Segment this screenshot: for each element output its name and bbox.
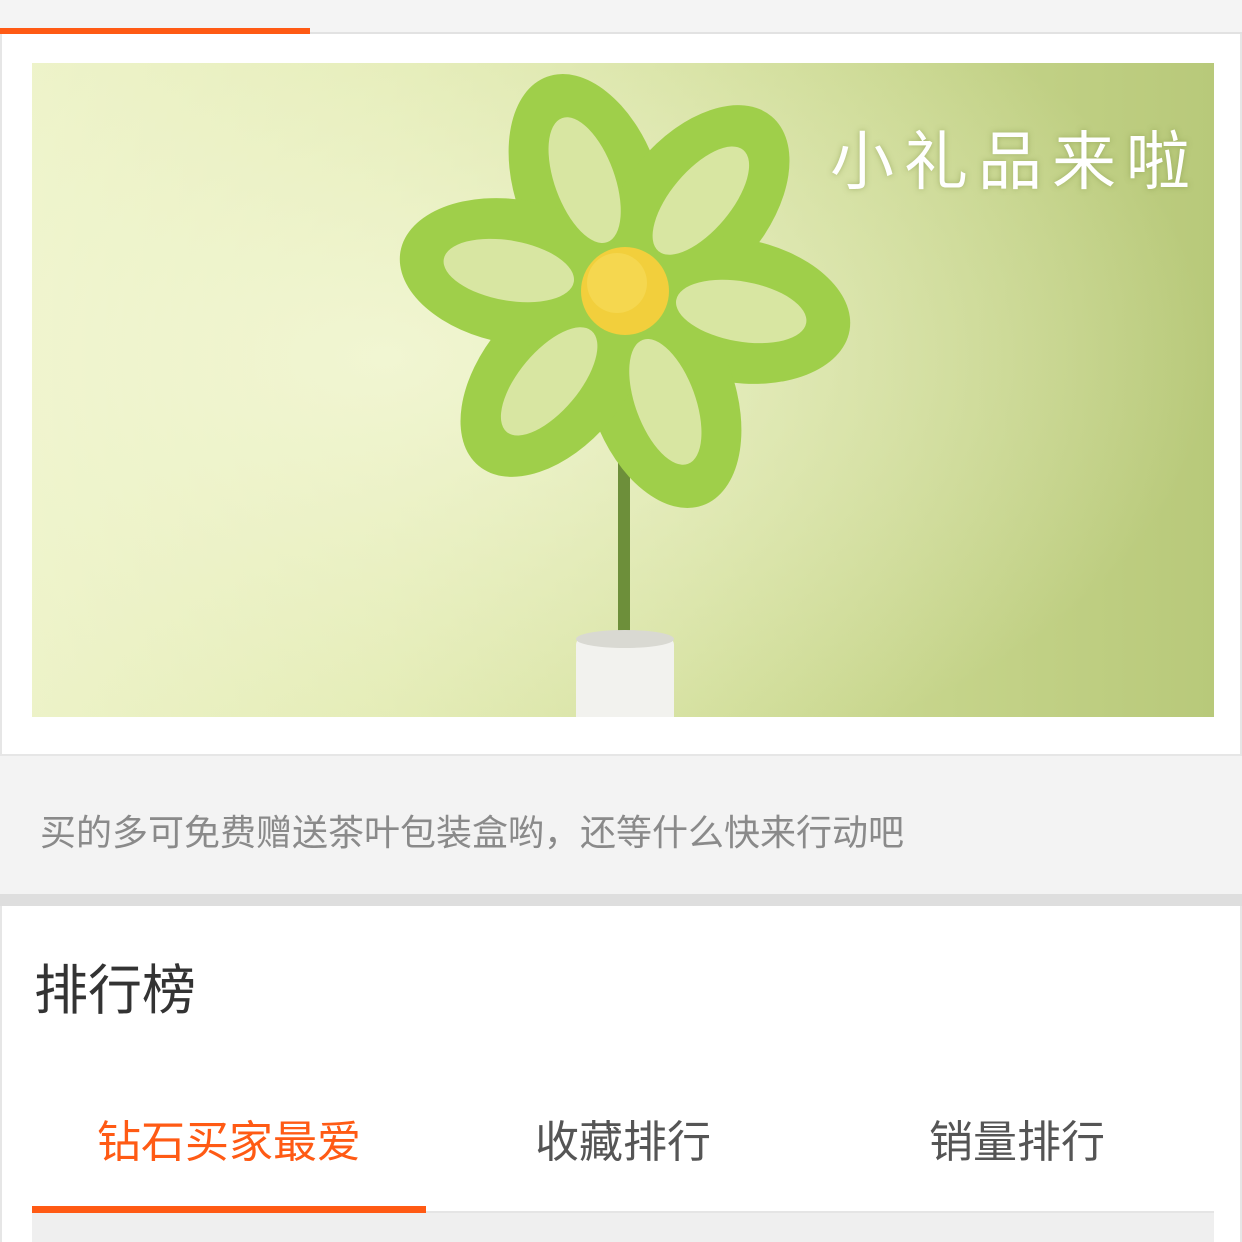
banner-card[interactable]: 小礼品来啦	[0, 34, 1242, 756]
promo-text: 买的多可免费赠送茶叶包装盒哟，还等什么快来行动吧	[40, 813, 905, 854]
active-tab-underline	[32, 1206, 426, 1213]
banner-image[interactable]: 小礼品来啦	[32, 63, 1214, 717]
tab-diamond-buyer-favorites[interactable]: 钻石买家最爱	[32, 1106, 426, 1170]
section-divider	[0, 894, 1242, 906]
top-tab-strip	[0, 0, 1242, 34]
tab-favorites-ranking[interactable]: 收藏排行	[426, 1106, 820, 1170]
ranking-title: 排行榜	[34, 959, 196, 1022]
tab-sales-ranking[interactable]: 销量排行	[820, 1106, 1214, 1170]
promo-section: 买的多可免费赠送茶叶包装盒哟，还等什么快来行动吧	[0, 756, 1242, 894]
ranking-list-area	[32, 1213, 1214, 1242]
ranking-card: 排行榜 钻石买家最爱 收藏排行 销量排行	[0, 906, 1242, 1242]
banner-caption: 小礼品来啦	[830, 126, 1200, 200]
